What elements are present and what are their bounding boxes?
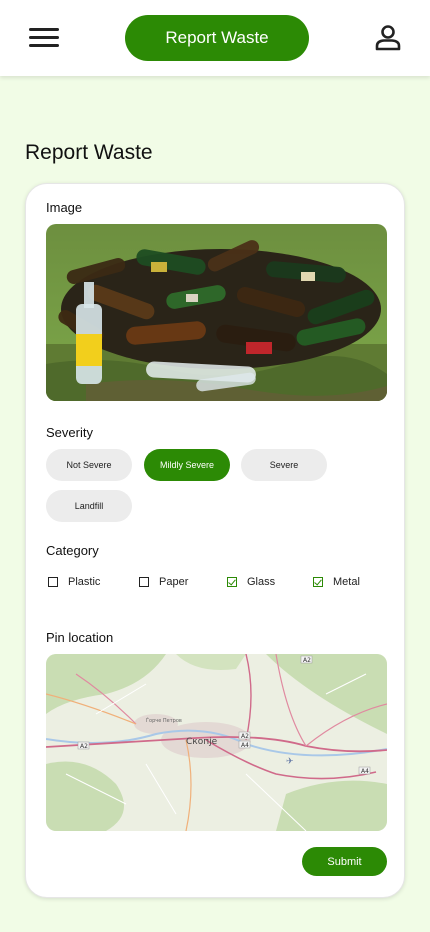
svg-text:✈: ✈ [286, 757, 294, 767]
map-city-label: Скопје [186, 737, 218, 747]
checkbox-checked-icon[interactable] [227, 577, 237, 587]
severity-chip-landfill[interactable]: Landfill [46, 490, 132, 522]
location-map[interactable]: ✈ Скопје Ѓорче Петров A2 A2 A4 A4 A2 [46, 654, 387, 831]
category-plastic-checkbox[interactable]: Plastic [48, 576, 100, 588]
category-glass-label: Glass [247, 576, 276, 588]
waste-photo[interactable] [46, 224, 387, 401]
hamburger-menu-icon[interactable] [29, 26, 59, 50]
checkbox-checked-icon[interactable] [313, 577, 323, 587]
pin-location-label: Pin location [46, 630, 114, 645]
category-metal-checkbox[interactable]: Metal [313, 576, 360, 588]
map-district-label: Ѓорче Петров [146, 716, 182, 724]
submit-button[interactable]: Submit [302, 847, 387, 876]
page-title: Report Waste [25, 141, 153, 164]
category-paper-checkbox[interactable]: Paper [139, 576, 188, 588]
map-road-label: A2 [303, 657, 311, 664]
category-paper-label: Paper [159, 576, 189, 588]
severity-chip-mildly-severe[interactable]: Mildly Severe [144, 449, 230, 481]
category-glass-checkbox[interactable]: Glass [227, 576, 275, 588]
image-label: Image [46, 200, 83, 215]
report-waste-header-button[interactable]: Report Waste [125, 15, 309, 61]
checkbox-icon[interactable] [139, 577, 149, 587]
map-road-label: A4 [361, 768, 369, 775]
map-road-label: A2 [80, 743, 88, 750]
checkbox-icon[interactable] [48, 577, 58, 587]
user-profile-icon[interactable] [372, 24, 404, 52]
category-metal-label: Metal [333, 576, 360, 588]
severity-chip-severe[interactable]: Severe [241, 449, 327, 481]
map-road-label: A2 [241, 733, 249, 740]
category-label: Category [46, 543, 99, 558]
map-road-label: A4 [241, 742, 249, 749]
severity-label: Severity [46, 425, 93, 440]
report-form-card: Image Severity Not Severe Mildly Severe … [25, 183, 405, 898]
severity-chip-not-severe[interactable]: Not Severe [46, 449, 132, 481]
top-app-bar: Report Waste [0, 0, 430, 76]
category-plastic-label: Plastic [68, 576, 101, 588]
